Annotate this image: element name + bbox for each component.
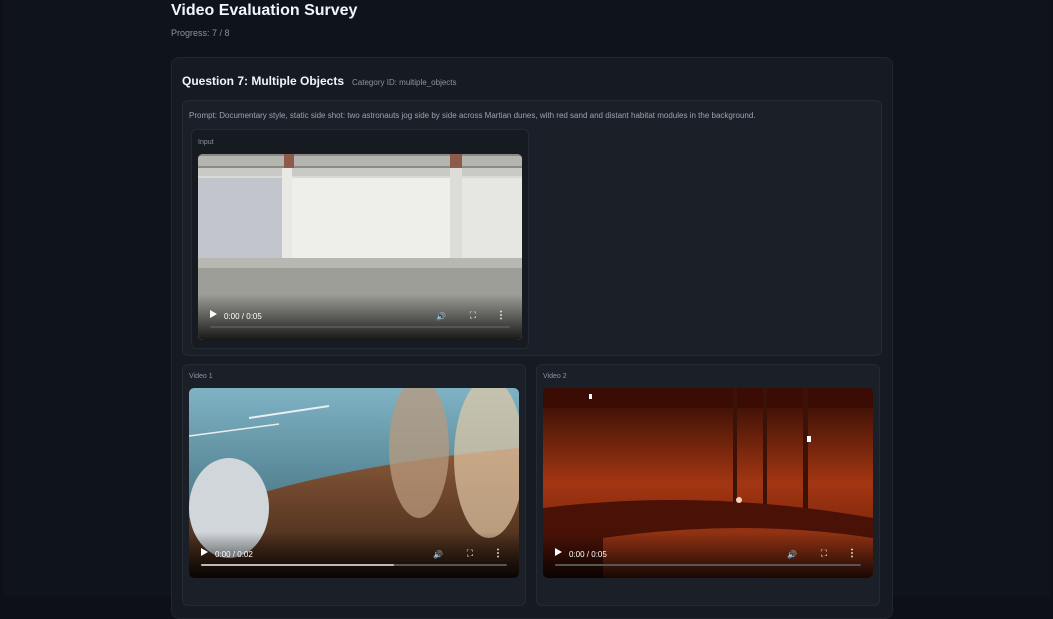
more-icon[interactable]: ⋮ bbox=[493, 548, 503, 559]
video-time: 0:00 / 0:05 bbox=[224, 312, 262, 321]
input-label: Input bbox=[198, 139, 214, 146]
question-title: Question 7: Multiple Objects bbox=[182, 74, 345, 88]
play-icon[interactable] bbox=[555, 548, 562, 556]
fullscreen-icon[interactable]: ⛶ bbox=[821, 548, 827, 559]
play-icon[interactable] bbox=[201, 548, 208, 556]
page-title: Video Evaluation Survey bbox=[171, 2, 358, 19]
volume-icon[interactable]: 🔊 bbox=[433, 550, 443, 559]
video-time: 0:00 / 0:05 bbox=[569, 550, 607, 559]
progress-text: Progress: 7 / 8 bbox=[171, 28, 230, 38]
video-progress-track[interactable] bbox=[201, 564, 507, 566]
video-2-player[interactable]: 0:00 / 0:05 🔊 ⛶ ⋮ bbox=[543, 388, 873, 578]
video-progress-track[interactable] bbox=[210, 326, 510, 328]
video-progress-track[interactable] bbox=[555, 564, 861, 566]
fullscreen-icon[interactable]: ⛶ bbox=[470, 310, 476, 321]
more-icon[interactable]: ⋮ bbox=[496, 310, 506, 321]
video-1-box: Video 1 0:00 / 0:02 🔊 ⛶ ⋮ bbox=[182, 364, 526, 606]
question-card: Question 7: Multiple Objects Category ID… bbox=[171, 57, 893, 619]
prompt-box: Prompt: Documentary style, static side s… bbox=[182, 100, 882, 356]
volume-icon[interactable]: 🔊 bbox=[436, 312, 446, 321]
video-controls: 0:00 / 0:05 🔊 ⛶ ⋮ bbox=[543, 532, 873, 578]
volume-icon[interactable]: 🔊 bbox=[787, 550, 797, 559]
input-video-player[interactable]: 0:00 / 0:05 🔊 ⛶ ⋮ bbox=[198, 154, 522, 340]
prompt-text: Prompt: Documentary style, static side s… bbox=[189, 111, 756, 120]
fullscreen-icon[interactable]: ⛶ bbox=[467, 548, 473, 559]
play-icon[interactable] bbox=[210, 310, 217, 318]
page: Video Evaluation Survey Progress: 7 / 8 … bbox=[3, 0, 1050, 619]
video-1-player[interactable]: 0:00 / 0:02 🔊 ⛶ ⋮ bbox=[189, 388, 519, 578]
video-2-box: Video 2 0:00 / 0:05 🔊 ⛶ ⋮ bbox=[536, 364, 880, 606]
video-controls: 0:00 / 0:02 🔊 ⛶ ⋮ bbox=[189, 532, 519, 578]
category-id: Category ID: multiple_objects bbox=[352, 78, 457, 87]
video-2-label: Video 2 bbox=[543, 373, 567, 380]
video-1-label: Video 1 bbox=[189, 373, 213, 380]
more-icon[interactable]: ⋮ bbox=[847, 548, 857, 559]
input-video-box: Input 0:00 / 0:05 🔊 ⛶ ⋮ bbox=[191, 129, 529, 349]
video-time: 0:00 / 0:02 bbox=[215, 550, 253, 559]
video-controls: 0:00 / 0:05 🔊 ⛶ ⋮ bbox=[198, 294, 522, 340]
question-header: Question 7: Multiple Objects Category ID… bbox=[182, 74, 457, 88]
